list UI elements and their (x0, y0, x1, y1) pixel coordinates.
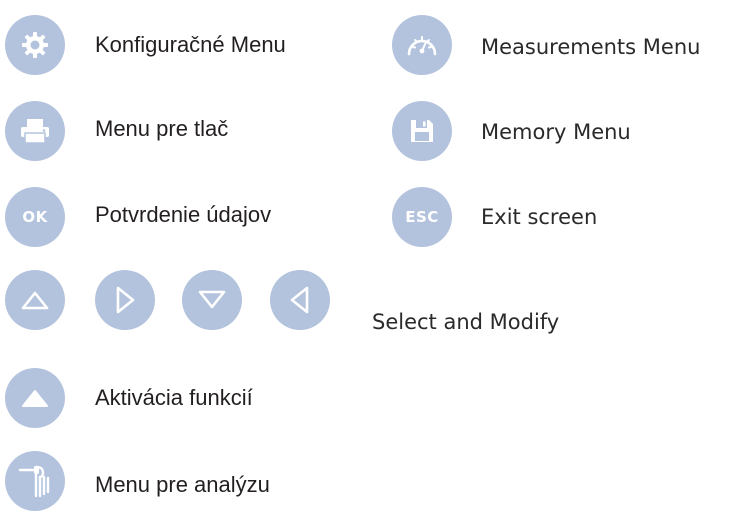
floppy-disk-icon (411, 120, 433, 142)
arrow-left-button[interactable] (270, 270, 330, 330)
gear-icon (22, 32, 48, 58)
esc-button[interactable]: ESC (392, 187, 452, 247)
arrow-right-button[interactable] (95, 270, 155, 330)
print-menu-label: Menu pre tlač (95, 116, 229, 141)
arrow-up-icon (21, 291, 49, 310)
probe-icon (18, 465, 50, 498)
arrow-right-icon (116, 286, 135, 314)
config-menu-button[interactable] (5, 15, 65, 75)
ok-button[interactable]: OK (5, 187, 65, 247)
select-modify-label: Select and Modify (372, 310, 560, 334)
arrow-down-button[interactable] (182, 270, 242, 330)
gauge-icon (407, 36, 437, 56)
measurements-menu-button[interactable] (392, 15, 452, 75)
print-menu-button[interactable] (5, 101, 65, 161)
arrow-up-button[interactable] (5, 270, 65, 330)
activate-functions-label: Aktivácia funkcií (95, 385, 253, 410)
memory-menu-label: Memory Menu (481, 120, 631, 144)
ok-label: Potvrdenie údajov (95, 202, 272, 227)
printer-icon (21, 119, 49, 144)
arrow-left-icon (290, 286, 309, 314)
memory-menu-button[interactable] (392, 101, 452, 161)
triangle-up-filled-icon (22, 390, 48, 407)
esc-icon: ESC (405, 208, 439, 226)
activate-functions-button[interactable] (5, 368, 65, 428)
arrow-down-icon (198, 290, 226, 309)
config-menu-label: Konfiguračné Menu (95, 32, 286, 57)
measurements-menu-label: Measurements Menu (481, 35, 701, 59)
esc-label: Exit screen (481, 205, 598, 229)
ok-icon: OK (22, 208, 48, 226)
analysis-menu-button[interactable] (5, 451, 65, 511)
analysis-menu-label: Menu pre analýzu (95, 472, 270, 497)
